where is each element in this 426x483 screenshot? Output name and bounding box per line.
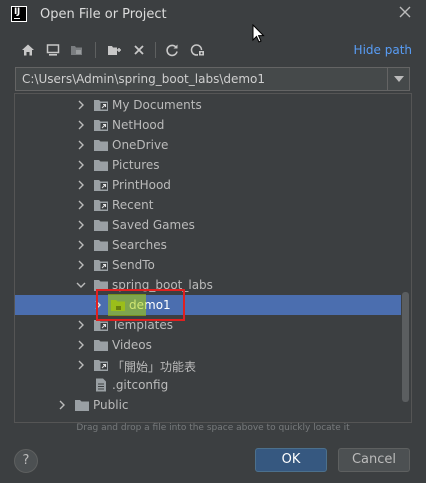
chevron-right-icon[interactable] xyxy=(75,98,87,112)
scrollbar-thumb[interactable] xyxy=(402,292,409,402)
title-bar: IJ Open File or Project xyxy=(0,0,426,30)
tree-row[interactable]: spring_boot_labs xyxy=(15,275,401,295)
chevron-right-icon[interactable] xyxy=(75,238,87,252)
chevron-right-icon[interactable] xyxy=(75,138,87,152)
file-tree[interactable]: My Documents NetHood OneDrive Pictures Print… xyxy=(14,93,412,423)
project-icon[interactable] xyxy=(67,40,87,60)
tree-row-label: Searches xyxy=(112,238,167,252)
tree-row[interactable]: Searches xyxy=(15,235,401,255)
desktop-icon[interactable] xyxy=(43,40,63,60)
tree-row[interactable]: Pictures xyxy=(15,155,401,175)
tree-row-label: Saved Games xyxy=(112,218,195,232)
delete-icon[interactable] xyxy=(129,40,149,60)
link-folder-icon xyxy=(93,118,109,132)
folder-icon xyxy=(93,238,109,252)
link-folder-icon xyxy=(93,258,109,272)
chevron-right-icon[interactable] xyxy=(75,118,87,132)
folder-icon xyxy=(74,398,90,412)
intellij-logo-icon: IJ xyxy=(11,6,27,22)
path-input[interactable] xyxy=(16,68,386,90)
tree-row-label: Recent xyxy=(112,198,154,212)
tree-row[interactable]: Public xyxy=(15,395,401,415)
annotation-box xyxy=(96,289,185,321)
help-button[interactable]: ? xyxy=(14,449,38,473)
tree-row[interactable]: 「開始」功能表 xyxy=(15,355,401,375)
folder-icon xyxy=(93,218,109,232)
ok-button[interactable]: OK xyxy=(255,448,327,472)
chevron-right-icon[interactable] xyxy=(75,258,87,272)
show-hidden-icon[interactable] xyxy=(188,40,208,60)
tree-row-label: OneDrive xyxy=(112,138,169,152)
chevron-right-icon[interactable] xyxy=(75,198,87,212)
tree-row-label: My Documents xyxy=(112,98,202,112)
link-folder-icon xyxy=(93,178,109,192)
chevron-down-icon[interactable] xyxy=(387,68,409,90)
window-title: Open File or Project xyxy=(40,7,167,22)
chevron-right-icon[interactable] xyxy=(75,338,87,352)
chevron-right-icon[interactable] xyxy=(75,218,87,232)
cancel-button[interactable]: Cancel xyxy=(338,448,410,472)
hide-path-link[interactable]: Hide path xyxy=(354,43,412,57)
refresh-icon[interactable] xyxy=(162,40,182,60)
path-combobox[interactable] xyxy=(15,67,410,91)
tree-row[interactable]: OneDrive xyxy=(15,135,401,155)
folder-icon xyxy=(93,138,109,152)
tree-row-label: Pictures xyxy=(112,158,160,172)
tree-row-label: 「開始」功能表 xyxy=(112,360,197,374)
file-icon xyxy=(93,378,109,392)
tree-row[interactable]: demo1 xyxy=(15,295,401,315)
tree-row[interactable]: NetHood xyxy=(15,115,401,135)
link-folder-icon xyxy=(93,358,109,372)
tree-row-label: Public xyxy=(93,398,129,412)
chevron-right-icon[interactable] xyxy=(75,358,87,372)
tree-row[interactable]: My Documents xyxy=(15,95,401,115)
tree-row[interactable]: Videos xyxy=(15,335,401,355)
tree-row-label: .gitconfig xyxy=(112,378,169,392)
tree-row[interactable]: Recent xyxy=(15,195,401,215)
tree-row-label: NetHood xyxy=(112,118,165,132)
chevron-right-icon[interactable] xyxy=(75,158,87,172)
drag-drop-hint: Drag and drop a file into the space abov… xyxy=(76,423,350,433)
tree-scrollbar[interactable] xyxy=(401,94,411,422)
close-icon[interactable] xyxy=(396,5,414,23)
file-chooser-toolbar: Hide path xyxy=(0,38,426,62)
folder-icon xyxy=(93,158,109,172)
chevron-right-icon[interactable] xyxy=(75,318,87,332)
tree-row[interactable]: PrintHood xyxy=(15,175,401,195)
folder-icon xyxy=(93,338,109,352)
tree-row[interactable]: Templates xyxy=(15,315,401,335)
chevron-right-icon[interactable] xyxy=(56,398,68,412)
tree-row-label: SendTo xyxy=(112,258,155,272)
tree-row[interactable]: SendTo xyxy=(15,255,401,275)
tree-row-label: Videos xyxy=(112,338,152,352)
home-icon[interactable] xyxy=(18,40,38,60)
tree-row[interactable]: Saved Games xyxy=(15,215,401,235)
chevron-down-icon[interactable] xyxy=(75,278,87,292)
logo-text: IJ xyxy=(14,7,20,17)
link-folder-icon xyxy=(93,198,109,212)
chevron-right-icon[interactable] xyxy=(75,178,87,192)
tree-row-label: PrintHood xyxy=(112,178,171,192)
new-folder-icon[interactable] xyxy=(104,40,124,60)
tree-row[interactable]: .gitconfig xyxy=(15,375,401,395)
link-folder-icon xyxy=(93,98,109,112)
